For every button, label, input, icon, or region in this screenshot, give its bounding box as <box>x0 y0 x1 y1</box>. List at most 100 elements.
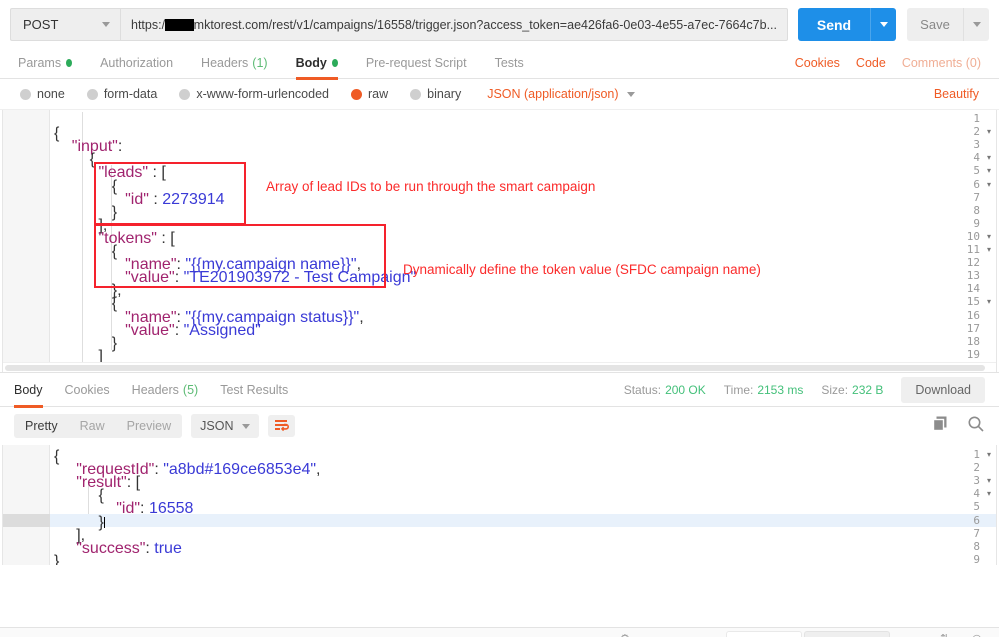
editor-horizontal-scrollbar[interactable] <box>3 362 996 372</box>
radio-icon <box>20 88 31 100</box>
redacted-host-block <box>165 18 194 31</box>
tab-label: Pre-request Script <box>365 55 467 70</box>
help-icon[interactable]: ◎ <box>972 632 982 637</box>
radio-icon <box>410 88 422 100</box>
postman-window: POST https:/ mktorest.com/rest/v1/campaig… <box>0 0 999 637</box>
annotation-box-leads <box>94 162 246 225</box>
status-dot-icon <box>66 58 73 67</box>
copy-icon <box>932 416 947 432</box>
footer-tab-browse[interactable] <box>804 631 890 637</box>
footer-icon-left[interactable]: ⚙ <box>620 632 630 637</box>
body-type-binary[interactable]: binary <box>410 87 461 101</box>
url-prefix: https:/ <box>131 17 166 32</box>
time-label: Time: <box>723 382 754 397</box>
radio-icon <box>179 88 191 100</box>
cookies-link[interactable]: Cookies <box>795 56 840 70</box>
tab-label: Cookies <box>64 382 110 397</box>
response-tab-body[interactable]: Body <box>14 372 43 408</box>
search-icon <box>968 416 984 432</box>
tab-label: Tests <box>494 55 524 70</box>
annotation-text-leads: Array of lead IDs to be run through the … <box>266 179 596 194</box>
search-button[interactable] <box>967 415 985 438</box>
time-group: Time: 2153 ms <box>724 383 804 397</box>
copy-button[interactable] <box>932 415 949 437</box>
tab-label: Body <box>295 55 327 70</box>
tab-label: Headers <box>131 382 179 397</box>
response-tab-headers[interactable]: Headers (5) <box>132 372 199 407</box>
wrap-text-icon <box>275 420 290 432</box>
body-format-label: JSON (application/json) <box>487 87 619 101</box>
tab-params[interactable]: Params <box>18 47 73 79</box>
tab-pre-request-script[interactable]: Pre-request Script <box>366 47 467 79</box>
tab-label: Body <box>14 382 43 397</box>
download-button[interactable]: Download <box>901 376 985 403</box>
tab-tests[interactable]: Tests <box>495 47 524 79</box>
response-meta: Status: 200 OK Time: 2153 ms Size: 232 B Do… <box>606 376 985 403</box>
time-value: 2153 ms <box>757 382 804 397</box>
body-type-label: x-www-form-urlencoded <box>196 87 329 101</box>
body-type-none[interactable]: none <box>20 87 65 101</box>
send-button[interactable]: Send <box>798 8 870 41</box>
status-footer: ⚙ ▭ ⇅ ◎ <box>0 627 999 637</box>
beautify-button[interactable]: Beautify <box>934 87 979 101</box>
editor-gutter <box>3 445 50 565</box>
tab-authorization[interactable]: Authorization <box>100 47 173 79</box>
response-tab-cookies[interactable]: Cookies <box>65 372 110 407</box>
view-raw[interactable]: Raw <box>68 414 116 438</box>
editor-gutter <box>3 110 50 372</box>
wrap-lines-button[interactable] <box>268 415 296 437</box>
tab-count: (5) <box>182 382 199 397</box>
size-label: Size: <box>821 382 849 397</box>
tab-body[interactable]: Body <box>295 47 339 80</box>
size-group: Size: 232 B <box>821 383 883 397</box>
status-value: 200 OK <box>665 382 706 397</box>
response-actions <box>932 415 985 438</box>
save-options-button[interactable] <box>963 8 989 41</box>
status-label: Status: <box>623 382 662 397</box>
chevron-down-icon <box>102 22 110 27</box>
chevron-down-icon <box>879 22 888 27</box>
footer-tab-build[interactable] <box>726 631 802 637</box>
body-type-label: form-data <box>103 87 158 101</box>
url-suffix: mktorest.com/rest/v1/campaigns/16558/tri… <box>193 17 777 32</box>
status-dot-icon <box>331 58 338 67</box>
http-method-select[interactable]: POST <box>10 8 120 41</box>
radio-icon <box>86 88 98 100</box>
tab-label: Test Results <box>220 382 289 397</box>
layout-icon[interactable]: ▭ <box>905 632 915 637</box>
tab-label: Authorization <box>100 55 174 70</box>
body-type-urlencoded[interactable]: x-www-form-urlencoded <box>179 87 329 101</box>
tab-headers[interactable]: Headers (1) <box>201 47 268 79</box>
save-button[interactable]: Save <box>907 8 963 41</box>
size-value: 232 B <box>852 382 884 397</box>
send-options-button[interactable] <box>870 8 896 41</box>
body-type-form-data[interactable]: form-data <box>86 87 158 101</box>
response-body-editor[interactable]: 1 ▾{2 "requestId": "a8bd#169ce6853e4", 3 ▾ … <box>2 445 997 565</box>
response-tab-test-results[interactable]: Test Results <box>220 372 288 407</box>
chevron-down-icon <box>626 91 635 97</box>
request-tab-bar: Params Authorization Headers (1) Body Pr… <box>0 47 999 80</box>
http-method-label: POST <box>23 17 59 32</box>
request-links: Cookies Code Comments (0) <box>779 56 981 70</box>
body-type-label: raw <box>368 87 389 101</box>
response-tab-bar: Body Cookies Headers (5) Test Results St… <box>0 372 999 408</box>
request-url-bar: POST https:/ mktorest.com/rest/v1/campaig… <box>0 0 999 47</box>
body-type-label: none <box>37 87 65 101</box>
request-body-editor[interactable]: 1 2 ▾{3 "input": 4 ▾ {5 ▾ "leads" : [6 ▾ {7 "i… <box>2 110 997 372</box>
response-language-select[interactable]: JSON <box>191 414 260 438</box>
send-button-group: Send <box>798 8 896 41</box>
comments-link[interactable]: Comments (0) <box>902 56 981 70</box>
code-link[interactable]: Code <box>856 56 886 70</box>
chevron-down-icon <box>242 423 251 429</box>
response-language-label: JSON <box>200 419 234 433</box>
sync-icon[interactable]: ⇅ <box>940 632 949 637</box>
response-format-bar: Pretty Raw Preview JSON <box>0 407 999 445</box>
view-pretty[interactable]: Pretty <box>14 414 69 438</box>
body-type-raw[interactable]: raw <box>351 87 388 101</box>
annotation-box-tokens <box>94 224 386 288</box>
body-type-label: binary <box>427 87 462 101</box>
view-preview[interactable]: Preview <box>115 414 183 438</box>
url-input[interactable]: https:/ mktorest.com/rest/v1/campaigns/16… <box>120 8 788 41</box>
body-format-select[interactable]: JSON (application/json) <box>487 87 635 101</box>
body-type-bar: none form-data x-www-form-urlencoded raw… <box>0 79 999 110</box>
